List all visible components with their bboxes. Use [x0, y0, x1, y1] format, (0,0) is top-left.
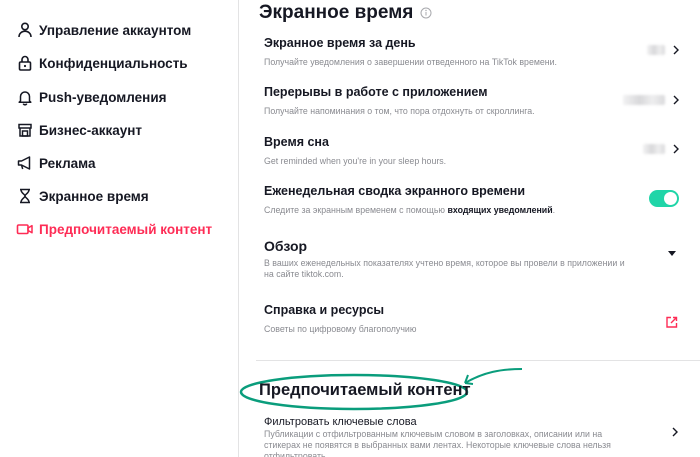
breaks-title[interactable]: Перерывы в работе с приложением [264, 85, 487, 99]
sidebar-item-label: Экранное время [39, 188, 149, 204]
breaks-desc: Получайте напоминания о том, что пора от… [264, 106, 535, 116]
chevron-right-icon[interactable] [670, 44, 682, 56]
bell-icon [18, 91, 32, 106]
help-resources-title[interactable]: Справка и ресурсы [264, 303, 384, 317]
sleep-time-title[interactable]: Время сна [264, 135, 329, 149]
help-resources-desc: Советы по цифровому благополучию [264, 324, 417, 334]
sleep-time-desc: Get reminded when you're in your sleep h… [264, 156, 447, 166]
external-link-icon[interactable] [665, 316, 678, 329]
chevron-right-icon[interactable] [670, 143, 682, 155]
weekly-summary-toggle[interactable] [649, 190, 679, 207]
weekly-summary-desc-text: Следите за экранным временем с помощью [264, 205, 446, 215]
sidebar-item-business-account[interactable]: Бизнес-аккаунт [16, 118, 142, 142]
sidebar-item-screen-time[interactable]: Экранное время [16, 184, 149, 208]
info-icon[interactable] [420, 7, 432, 19]
sleep-time-value [643, 144, 665, 154]
sidebar-item-label: Управление аккаунтом [39, 22, 192, 38]
filter-keywords-title[interactable]: Фильтровать ключевые слова [264, 416, 417, 428]
video-camera-icon [16, 224, 33, 235]
toggle-knob [664, 192, 677, 205]
screen-time-heading: Экранное время [259, 2, 432, 24]
weekly-summary-desc: Следите за экранным временем с помощью в… [264, 205, 634, 216]
overview-desc: В ваших еженедельных показателях учтено … [264, 258, 625, 279]
section-divider [256, 360, 700, 361]
sidebar-item-label: Бизнес-аккаунт [39, 122, 143, 138]
overview-title[interactable]: Обзор [264, 238, 307, 254]
caret-down-icon[interactable] [668, 251, 676, 257]
daily-screen-time-value [647, 45, 665, 55]
sidebar-item-preferred-content[interactable]: Предпочитаемый контент [16, 217, 212, 241]
sidebar-item-push-notifications[interactable]: Push-уведомления [16, 85, 167, 109]
sidebar-item-label: Реклама [39, 155, 96, 171]
sidebar-item-privacy[interactable]: Конфиденциальность [16, 51, 188, 75]
chevron-right-icon[interactable] [669, 426, 681, 438]
inbox-notifications-link[interactable]: входящих уведомлений [447, 205, 552, 215]
sidebar-item-label: Конфиденциальность [39, 55, 188, 71]
sidebar-item-account[interactable]: Управление аккаунтом [16, 18, 191, 42]
chevron-right-icon[interactable] [670, 94, 682, 106]
settings-content: Экранное время Экранное время за день По… [239, 0, 700, 457]
megaphone-icon [17, 156, 31, 170]
daily-screen-time-desc: Получайте уведомления о завершении отвед… [264, 57, 557, 67]
filter-keywords-desc: Публикации с отфильтрованным ключевым сл… [264, 429, 611, 457]
settings-sidebar: Управление аккаунтом Конфиденциальность … [0, 0, 230, 457]
hourglass-icon [20, 188, 30, 204]
store-icon [18, 123, 32, 137]
preferred-content-heading: Предпочитаемый контент [259, 381, 471, 399]
daily-screen-time-title[interactable]: Экранное время за день [264, 36, 416, 50]
sidebar-item-label: Push-уведомления [39, 89, 167, 105]
user-icon [18, 22, 32, 38]
sidebar-item-label: Предпочитаемый контент [39, 221, 213, 237]
weekly-summary-title: Еженедельная сводка экранного времени [264, 184, 525, 198]
lock-icon [18, 55, 32, 71]
sidebar-item-ads[interactable]: Реклама [16, 151, 96, 175]
breaks-value [623, 95, 665, 105]
weekly-summary-desc-end: . [552, 205, 556, 215]
page-title: Экранное время [259, 2, 414, 23]
